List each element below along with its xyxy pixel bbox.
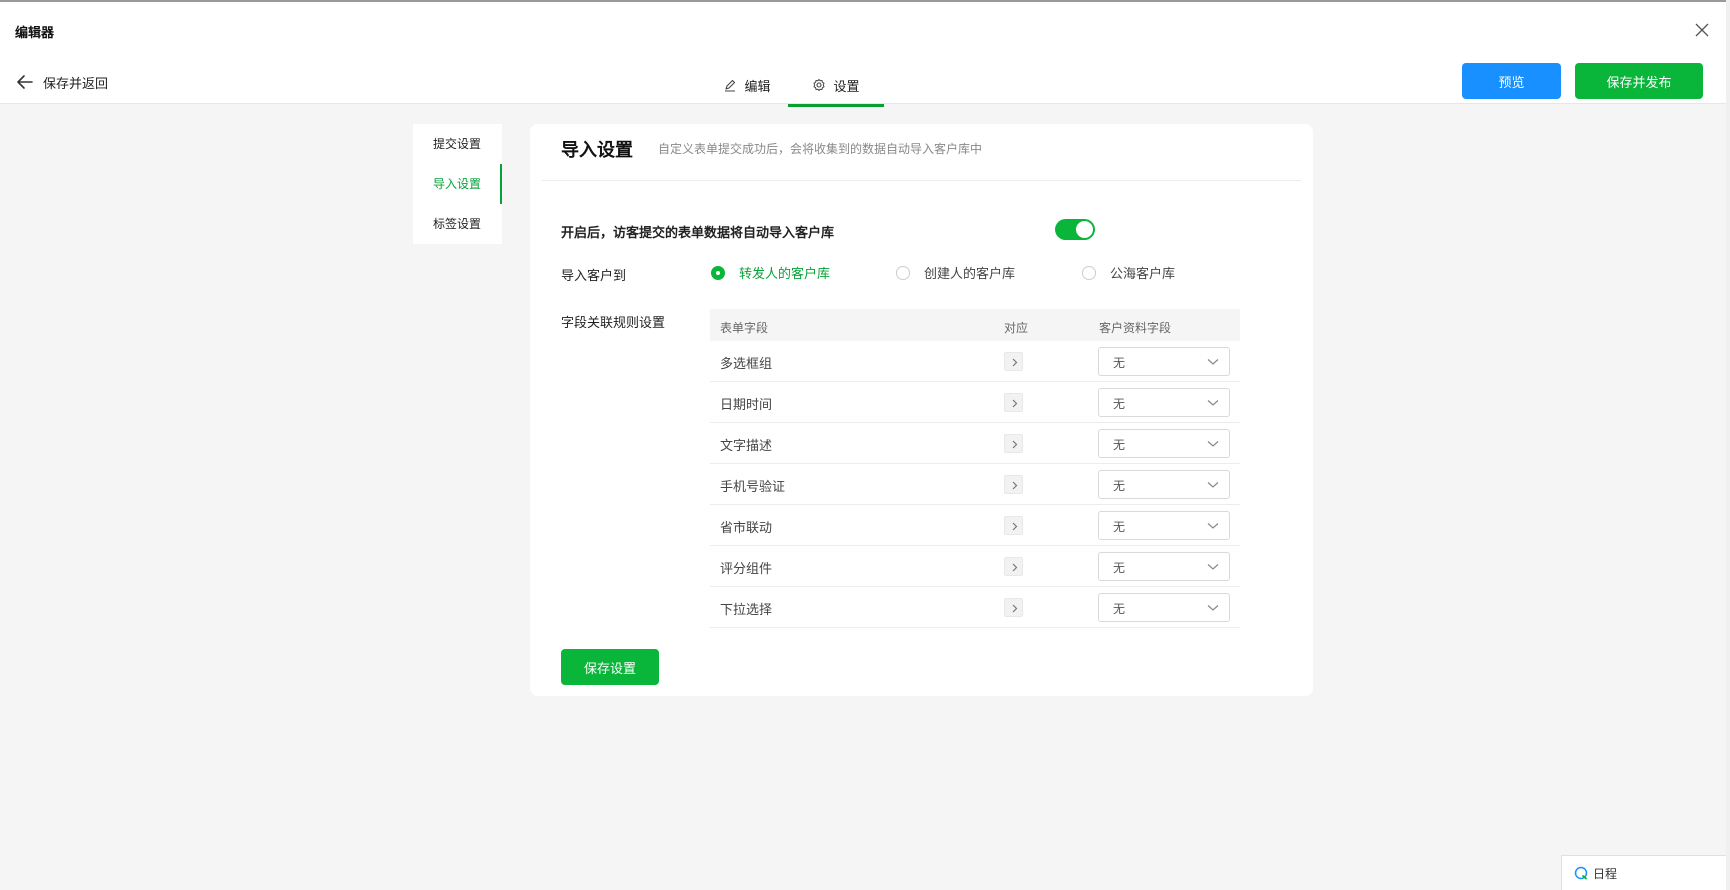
radio-dot [896,265,910,280]
table-row: 下拉选择 无 [710,587,1240,628]
table-row: 文字描述 无 [710,423,1240,464]
save-and-return-label: 保存并返回 [43,76,109,92]
table-row: 日期时间 无 [710,382,1240,423]
form-field-name: 多选框组 [720,357,773,372]
chevron-right-icon [1004,352,1023,371]
select-value: 无 [1113,602,1126,616]
radio-label: 转发人的客户库 [739,267,831,282]
panel-description: 自定义表单提交成功后，会将收集到的数据自动导入客户库中 [658,142,983,156]
chevron-down-icon [1207,523,1219,529]
panel-title: 导入设置 [561,140,633,161]
schedule-widget[interactable]: 日程 [1561,855,1730,890]
scrollbar[interactable] [1726,0,1730,890]
chevron-down-icon [1207,441,1219,447]
save-and-publish-button[interactable]: 保存并发布 [1575,63,1703,99]
chevron-right-icon [1004,598,1023,617]
gear-icon [813,79,825,91]
import-to-label: 导入客户到 [561,269,627,284]
tab-settings-label: 设置 [833,79,860,95]
chevron-right-icon [1004,516,1023,535]
pen-icon [725,79,736,92]
customer-field-select[interactable]: 无 [1098,511,1230,540]
customer-field-select[interactable]: 无 [1098,429,1230,458]
radio-public-library[interactable]: 公海客户库 [1082,263,1175,282]
table-row: 多选框组 无 [710,341,1240,382]
select-value: 无 [1113,356,1126,370]
customer-field-select[interactable]: 无 [1098,388,1230,417]
form-field-name: 下拉选择 [720,603,773,618]
chevron-right-icon [1004,393,1023,412]
form-field-name: 手机号验证 [720,480,786,495]
tab-edit[interactable]: 编辑 [708,64,786,106]
import-settings-panel: 导入设置 自定义表单提交成功后，会将收集到的数据自动导入客户库中 开启后，访客提… [530,124,1313,696]
radio-label: 公海客户库 [1110,267,1176,282]
schedule-icon [1574,866,1588,880]
settings-sidebar: 提交设置 导入设置 标签设置 [413,124,502,244]
top-bar: 编辑器 保存并返回 编辑 设置 预览 保存并发布 [0,0,1730,107]
table-row: 省市联动 无 [710,505,1240,546]
chevron-down-icon [1207,564,1219,570]
chevron-right-icon [1004,434,1023,453]
header-customer-field: 客户资料字段 [1099,321,1172,335]
field-mapping-table: 表单字段 对应 客户资料字段 多选框组无日期时间无文字描述无手机号验证无省市联动… [710,309,1240,628]
table-row: 手机号验证 无 [710,464,1240,505]
sidebar-item-tag-settings[interactable]: 标签设置 [413,204,502,244]
divider [542,180,1301,181]
auto-import-toggle-label: 开启后，访客提交的表单数据将自动导入客户库 [561,226,835,241]
header-form-field: 表单字段 [720,321,769,335]
field-rules-label: 字段关联规则设置 [561,316,666,331]
customer-field-select[interactable]: 无 [1098,347,1230,376]
active-tab-indicator [788,104,884,107]
select-value: 无 [1113,520,1126,534]
chevron-down-icon [1207,605,1219,611]
close-icon[interactable] [1692,20,1712,40]
customer-field-select[interactable]: 无 [1098,552,1230,581]
save-settings-button[interactable]: 保存设置 [561,649,659,685]
sidebar-item-import-settings[interactable]: 导入设置 [413,164,502,204]
arrow-left-icon [17,75,33,89]
auto-import-toggle[interactable] [1055,219,1095,240]
toggle-knob [1076,221,1093,238]
sidebar-item-submit-settings[interactable]: 提交设置 [413,124,502,164]
chevron-right-icon [1004,557,1023,576]
select-value: 无 [1113,479,1126,493]
form-field-name: 日期时间 [720,398,773,413]
customer-field-select[interactable]: 无 [1098,593,1230,622]
customer-field-select[interactable]: 无 [1098,470,1230,499]
save-and-return-button[interactable]: 保存并返回 [15,71,108,93]
schedule-label: 日程 [1593,866,1618,881]
radio-dot [711,265,725,280]
chevron-right-icon [1004,475,1023,494]
table-row: 评分组件 无 [710,546,1240,587]
select-value: 无 [1113,438,1126,452]
window-title: 编辑器 [15,26,55,41]
radio-label: 创建人的客户库 [924,267,1016,282]
radio-dot [1082,265,1096,280]
table-header: 表单字段 对应 客户资料字段 [710,309,1240,341]
preview-button[interactable]: 预览 [1462,63,1561,99]
header-mapping: 对应 [1004,321,1029,335]
chevron-down-icon [1207,482,1219,488]
form-field-name: 文字描述 [720,439,773,454]
form-field-name: 评分组件 [720,562,773,577]
select-value: 无 [1113,561,1126,575]
chevron-down-icon [1207,359,1219,365]
form-field-name: 省市联动 [720,521,773,536]
select-value: 无 [1113,397,1126,411]
tab-settings[interactable]: 设置 [788,64,884,107]
radio-creator-library[interactable]: 创建人的客户库 [896,263,1015,282]
tab-edit-label: 编辑 [744,79,771,95]
chevron-down-icon [1207,400,1219,406]
radio-forwarder-library[interactable]: 转发人的客户库 [711,263,830,282]
